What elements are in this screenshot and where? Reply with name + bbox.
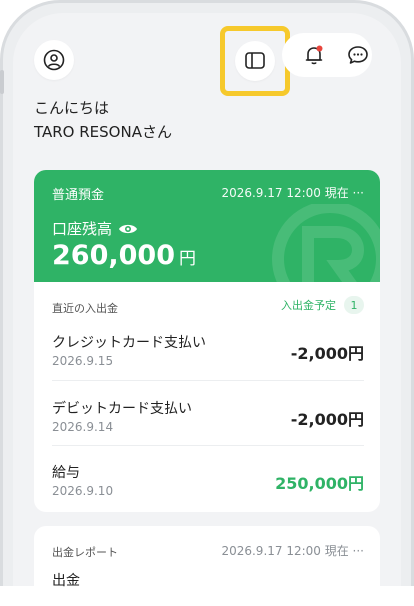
transactions-header: 直近の入出金 [52, 302, 118, 315]
phone-side-button [0, 70, 4, 94]
scheduled-count-badge: 1 [344, 296, 364, 314]
transaction-row[interactable]: デビットカード支払い 2026.9.14 -2,000円 [52, 398, 364, 464]
transaction-name: デビットカード支払い [52, 401, 192, 417]
transaction-name: 給与 [52, 465, 80, 481]
profile-button[interactable] [34, 40, 74, 80]
balance-unit: 円 [178, 249, 196, 269]
row-divider [52, 380, 364, 381]
transaction-amount: 250,000円 [275, 474, 364, 493]
scheduled-link[interactable]: 入出金予定 1 [281, 296, 364, 314]
withdrawal-report-card[interactable]: 出金レポート 2026.9.17 12:00 現在 ··· 出金 [34, 526, 380, 606]
notification-button[interactable] [294, 35, 334, 75]
balance-label-row: 口座残高 [52, 218, 138, 239]
greeting-user-name: TARO RESONAさん [34, 123, 172, 141]
brand-logo-watermark [272, 204, 380, 282]
highlight-box [220, 26, 290, 96]
account-timestamp[interactable]: 2026.9.17 12:00 現在 ··· [221, 184, 364, 201]
transaction-date: 2026.9.14 [52, 420, 114, 434]
balance-amount: 260,000 [52, 240, 175, 271]
transaction-row[interactable]: クレジットカード支払い 2026.9.15 -2,000円 [52, 332, 364, 398]
report-timestamp[interactable]: 2026.9.17 12:00 現在 ··· [221, 542, 364, 559]
user-icon [43, 49, 65, 71]
report-subtitle: 出金 [52, 573, 80, 589]
account-type: 普通預金 [52, 188, 105, 203]
report-title: 出金レポート [52, 546, 118, 559]
eye-icon[interactable] [118, 222, 138, 236]
transactions-card: 直近の入出金 入出金予定 1 クレジットカード支払い 2026.9.15 -2,… [34, 282, 380, 512]
transaction-date: 2026.9.15 [52, 354, 114, 368]
account-card[interactable]: 普通預金 2026.9.17 12:00 現在 ··· 口座残高 260,000… [34, 170, 380, 282]
chat-button[interactable] [338, 35, 378, 75]
greeting: こんにちは TARO RESONAさん [34, 96, 172, 144]
transaction-name: クレジットカード支払い [52, 335, 206, 351]
transaction-row[interactable]: 給与 2026.9.10 250,000円 [52, 462, 364, 528]
bell-icon [305, 45, 323, 65]
account-balance: 260,000 円 [52, 240, 196, 271]
chat-icon [348, 46, 368, 64]
transaction-amount: -2,000円 [290, 410, 364, 429]
row-divider [52, 445, 364, 446]
transaction-amount: -2,000円 [290, 344, 364, 363]
transaction-date: 2026.9.10 [52, 484, 114, 498]
balance-label: 口座残高 [52, 220, 113, 238]
greeting-hello: こんにちは [34, 99, 110, 117]
scheduled-label: 入出金予定 [281, 299, 336, 312]
